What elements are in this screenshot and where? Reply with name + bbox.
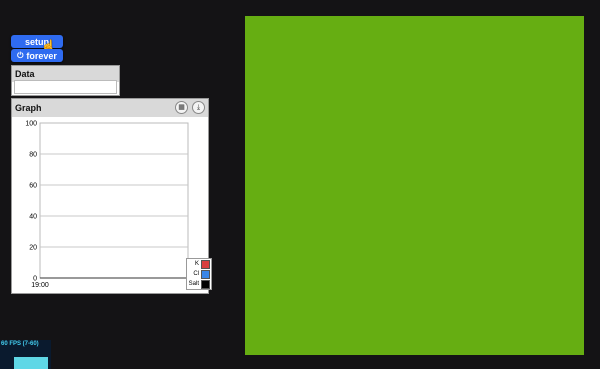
data-value-field[interactable] xyxy=(14,80,117,94)
legend-item: K xyxy=(187,259,211,269)
data-panel: Data xyxy=(11,65,120,96)
y-tick-label: 100 xyxy=(25,121,37,128)
table-icon[interactable]: ▦ xyxy=(175,101,188,114)
y-tick-label: 80 xyxy=(29,152,37,159)
x-tick-label: 19:00 xyxy=(31,282,49,289)
graph-legend: K Cl Salt xyxy=(186,258,212,290)
world-view[interactable] xyxy=(245,16,584,355)
legend-label: K xyxy=(194,261,199,267)
power-icon: ⏻ xyxy=(17,50,24,60)
graph-panel: Graph ▦ ⤓ 0 20 40 60 80 100 19:00 xyxy=(11,98,209,294)
legend-label: Salt xyxy=(188,281,199,287)
y-tick-label: 60 xyxy=(29,183,37,190)
fps-meter: 60 FPS (7-60) xyxy=(0,340,51,369)
graph-plot: 02040608010019:00 xyxy=(25,121,189,289)
forever-button-label: forever xyxy=(26,50,57,61)
legend-item: Salt xyxy=(187,279,211,289)
y-tick-label: 40 xyxy=(29,214,37,221)
legend-item: Cl xyxy=(187,269,211,279)
legend-label: Cl xyxy=(193,271,199,277)
y-tick-label: 20 xyxy=(29,245,37,252)
fps-label: 60 FPS (7-60) xyxy=(1,341,39,347)
fps-bar xyxy=(14,357,48,369)
download-icon[interactable]: ⤓ xyxy=(192,101,205,114)
legend-swatch xyxy=(201,269,210,279)
forever-button[interactable]: ⏻ forever xyxy=(11,49,63,62)
legend-swatch xyxy=(201,279,210,289)
legend-swatch xyxy=(201,259,210,269)
plot-frame xyxy=(39,122,189,279)
